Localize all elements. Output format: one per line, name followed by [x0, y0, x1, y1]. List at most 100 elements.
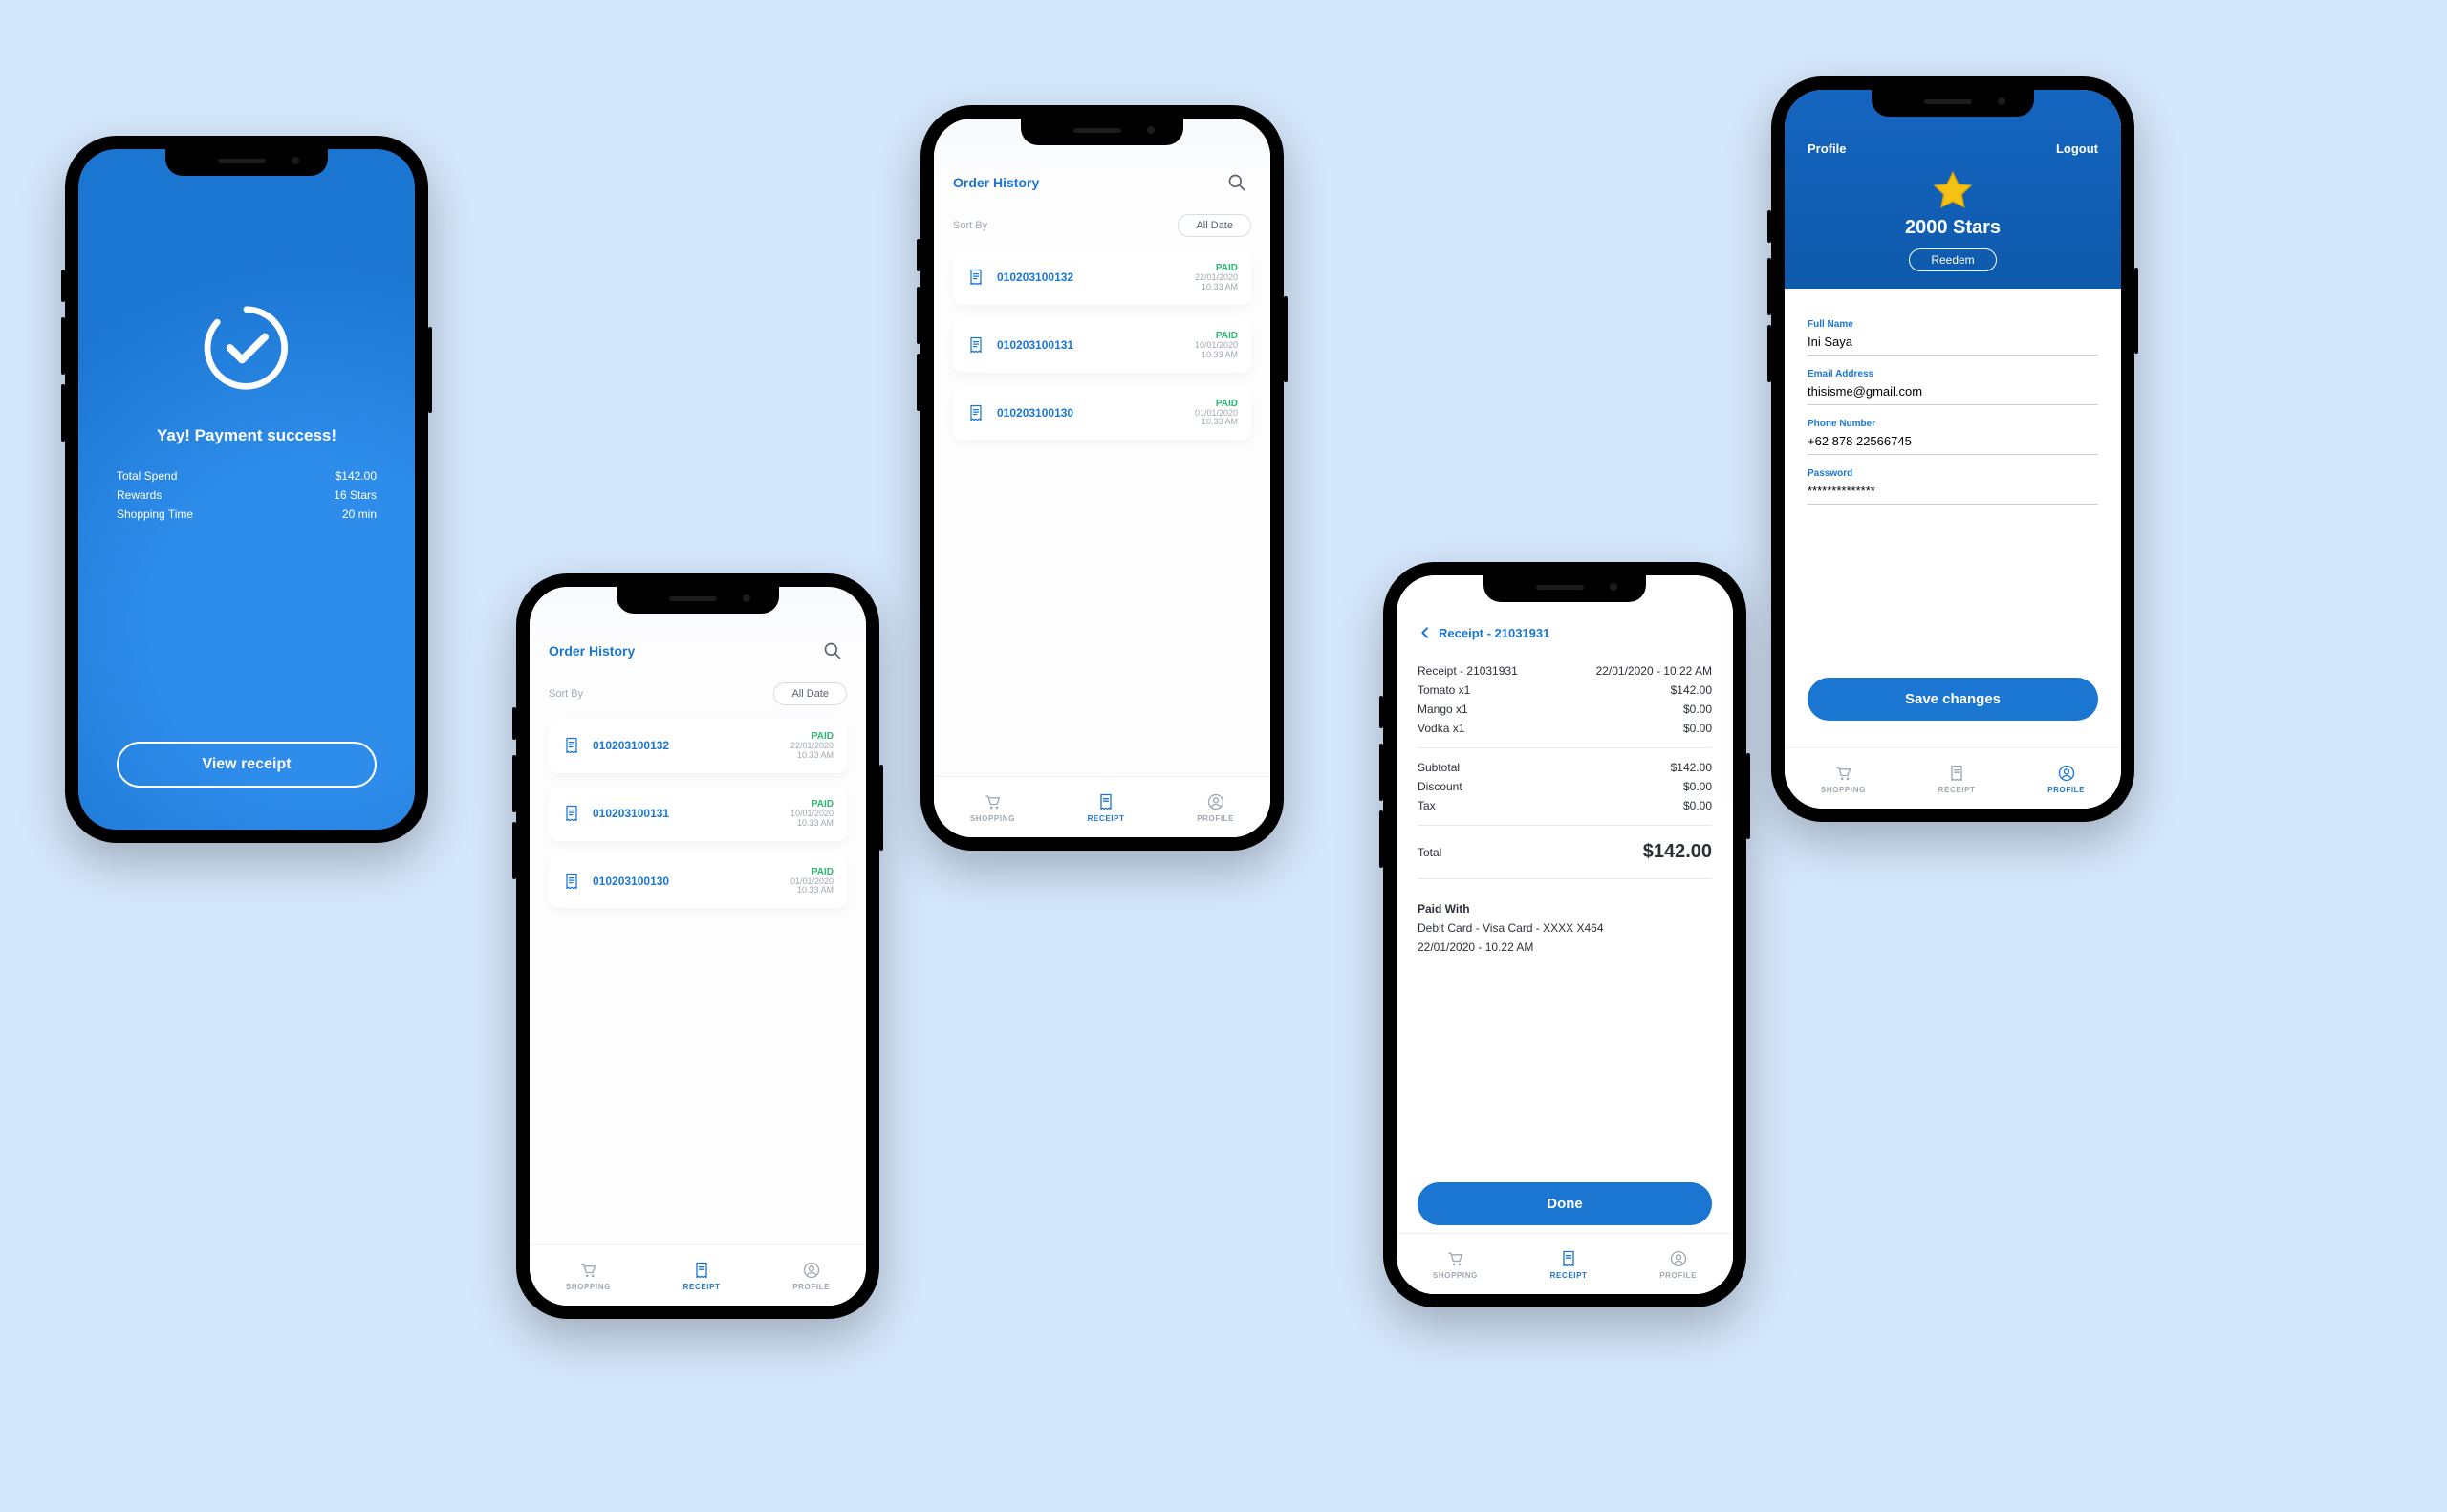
side-button [428, 327, 432, 413]
order-row[interactable]: 010203100130 PAID 01/01/2020 10.33 AM [953, 386, 1251, 441]
phone-input[interactable] [1808, 429, 2098, 455]
receipt-id: Receipt - 21031931 [1418, 664, 1518, 678]
nav-shopping[interactable]: SHOPPING [1433, 1249, 1478, 1280]
side-button [61, 317, 65, 375]
filter-chip-all-date[interactable]: All Date [1178, 214, 1251, 237]
order-id: 010203100130 [593, 875, 669, 888]
nav-label: RECEIPT [1550, 1271, 1588, 1280]
profile-icon [802, 1261, 821, 1280]
nav-label: RECEIPT [1938, 786, 1976, 794]
page-title: Order History [953, 175, 1039, 190]
order-time: 10.33 AM [1195, 418, 1238, 427]
search-button[interactable] [818, 637, 847, 665]
nav-profile[interactable]: PROFILE [1197, 792, 1234, 823]
nav-receipt[interactable]: RECEIPT [1938, 764, 1976, 794]
success-stats: Total Spend$142.00 Rewards16 Stars Shopp… [117, 466, 377, 524]
order-id: 010203100131 [997, 338, 1073, 352]
nav-profile[interactable]: PROFILE [792, 1261, 830, 1291]
star-icon [1931, 169, 1975, 213]
order-status: PAID [1195, 399, 1238, 409]
order-status: PAID [790, 867, 834, 877]
logout-link[interactable]: Logout [2056, 141, 2098, 156]
screen-order-history: Order History Sort By All Date 010203100… [934, 119, 1270, 837]
paid-with-time: 22/01/2020 - 10.22 AM [1418, 940, 1712, 954]
screen-order-history: Order History Sort By All Date 010203100… [530, 587, 866, 1306]
save-changes-button[interactable]: Save changes [1808, 678, 2098, 721]
cart-icon [1832, 764, 1853, 783]
receipt-icon [562, 872, 581, 891]
order-row[interactable]: 010203100132 PAID 22/01/2020 10.33 AM [953, 250, 1251, 305]
receipt-icon [1559, 1249, 1578, 1268]
phone-payment-success: Yay! Payment success! Total Spend $142.00… [65, 136, 428, 843]
search-icon [1227, 173, 1246, 192]
nav-label: SHOPPING [1433, 1271, 1478, 1280]
nav-label: PROFILE [792, 1283, 830, 1291]
item-name: Vodka x1 [1418, 722, 1464, 735]
profile-icon [1669, 1249, 1688, 1268]
receipt-icon [562, 804, 581, 823]
back-button[interactable]: Receipt - 21031931 [1418, 625, 1712, 640]
fullname-input[interactable] [1808, 330, 2098, 356]
email-input[interactable] [1808, 379, 2098, 405]
order-id: 010203100132 [593, 739, 669, 752]
stars-count: 2000 Stars [1808, 217, 2098, 239]
nav-shopping[interactable]: SHOPPING [1821, 764, 1866, 794]
subtotal-label: Subtotal [1418, 761, 1460, 774]
page-title: Order History [549, 643, 635, 659]
filter-chip-all-date[interactable]: All Date [773, 682, 847, 705]
nav-receipt[interactable]: RECEIPT [1550, 1249, 1588, 1280]
order-row[interactable]: 010203100130 PAID 01/01/2020 10.33 AM [549, 854, 847, 909]
order-time: 10.33 AM [1195, 283, 1238, 292]
nav-receipt[interactable]: RECEIPT [1088, 792, 1125, 823]
profile-icon [1206, 792, 1225, 811]
fullname-label: Full Name [1808, 319, 2098, 330]
nav-shopping[interactable]: SHOPPING [970, 792, 1015, 823]
success-headline: Yay! Payment success! [157, 426, 336, 445]
search-button[interactable] [1223, 168, 1251, 197]
password-input[interactable] [1808, 479, 2098, 505]
redeem-button[interactable]: Reedem [1909, 248, 1996, 271]
nav-label: RECEIPT [1088, 814, 1125, 823]
phone-notch [1483, 575, 1646, 602]
nav-label: SHOPPING [1821, 786, 1866, 794]
receipt-icon [562, 736, 581, 755]
order-id: 010203100131 [593, 807, 669, 820]
email-label: Email Address [1808, 369, 2098, 379]
order-row[interactable]: 010203100132 PAID 22/01/2020 10.33 AM [549, 719, 847, 773]
nav-profile[interactable]: PROFILE [1659, 1249, 1697, 1280]
tax-label: Tax [1418, 799, 1436, 812]
sort-label: Sort By [549, 688, 583, 700]
phone-notch [1872, 90, 2034, 117]
order-id: 010203100130 [997, 406, 1073, 420]
stat-label: Shopping Time [117, 508, 193, 521]
nav-shopping[interactable]: SHOPPING [566, 1261, 611, 1291]
phone-label: Phone Number [1808, 419, 2098, 429]
stat-value: $142.00 [336, 469, 377, 483]
phone-profile: Profile Logout 2000 Stars Reedem Full Na… [1771, 76, 2134, 822]
total-label: Total [1418, 846, 1441, 859]
order-row[interactable]: 010203100131 PAID 10/01/2020 10.33 AM [953, 318, 1251, 373]
cart-icon [982, 792, 1003, 811]
phone-receipt-detail: Receipt - 21031931 Receipt - 21031931 22/… [1383, 562, 1746, 1307]
view-receipt-button[interactable]: View receipt [117, 742, 377, 788]
paid-with-label: Paid With [1418, 902, 1712, 916]
subtotal-value: $142.00 [1671, 761, 1712, 774]
nav-receipt[interactable]: RECEIPT [683, 1261, 721, 1291]
back-label: Receipt - 21031931 [1439, 626, 1549, 640]
stat-label: Total Spend [117, 469, 177, 483]
tax-value: $0.00 [1683, 799, 1712, 812]
item-price: $142.00 [1671, 683, 1712, 697]
receipt-icon [966, 335, 985, 355]
order-row[interactable]: 010203100131 PAID 10/01/2020 10.33 AM [549, 787, 847, 841]
nav-profile[interactable]: PROFILE [2047, 764, 2085, 794]
stat-value: 16 Stars [334, 488, 377, 502]
sort-label: Sort By [953, 220, 987, 231]
bottom-nav: SHOPPING RECEIPT PROFILE [1785, 747, 2121, 809]
phone-order-history-2: Order History Sort By All Date 010203100… [920, 105, 1284, 851]
profile-form: Full Name Email Address Phone Number Pas… [1785, 298, 2121, 740]
screen-profile: Profile Logout 2000 Stars Reedem Full Na… [1785, 90, 2121, 809]
done-button[interactable]: Done [1418, 1182, 1712, 1225]
bottom-nav: SHOPPING RECEIPT PROFILE [1397, 1233, 1733, 1294]
paid-with-method: Debit Card - Visa Card - XXXX X464 [1418, 921, 1712, 935]
cart-icon [1444, 1249, 1465, 1268]
